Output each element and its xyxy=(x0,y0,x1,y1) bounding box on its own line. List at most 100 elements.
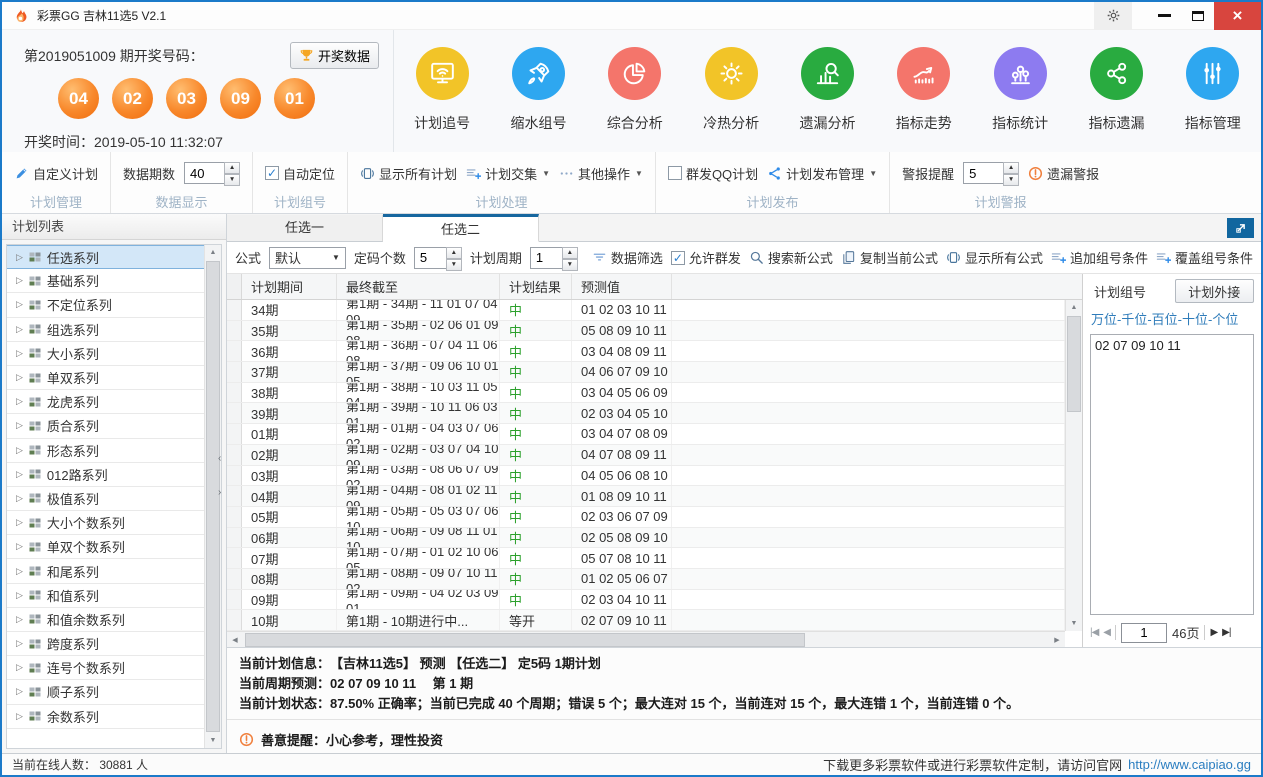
indicator-manage-icon[interactable]: 指标管理 xyxy=(1165,47,1261,133)
sidebar-series-item[interactable]: ▷ 跨度系列 xyxy=(7,632,204,656)
prev-page-icon[interactable]: ◀ xyxy=(1103,627,1110,638)
table-row[interactable]: 03期 第1期 - 03期 - 08 06 07 09 02 中 04 05 0… xyxy=(227,466,1065,487)
sidebar-series-item[interactable]: ▷ 和值系列 xyxy=(7,584,204,608)
sidebar-splitter[interactable]: ‹› xyxy=(218,454,227,498)
expand-arrow-icon[interactable]: ▷ xyxy=(16,662,23,673)
sidebar-series-item[interactable]: ▷ 任选系列 xyxy=(7,245,204,269)
draw-data-button[interactable]: 开奖数据 xyxy=(290,42,379,69)
table-row[interactable]: 05期 第1期 - 05期 - 05 03 07 06 10 中 02 03 0… xyxy=(227,507,1065,528)
sidebar-series-item[interactable]: ▷ 余数系列 xyxy=(7,705,204,729)
indicator-omission-icon[interactable]: 指标遗漏 xyxy=(1068,47,1164,133)
page-number-input[interactable] xyxy=(1121,623,1167,643)
expand-arrow-icon[interactable]: ▷ xyxy=(16,324,23,335)
scroll-down-icon[interactable]: ▼ xyxy=(205,733,221,748)
table-row[interactable]: 09期 第1期 - 09期 - 04 02 03 09 01 中 02 03 0… xyxy=(227,590,1065,611)
auto-position-toggle[interactable]: 自动定位 xyxy=(265,164,335,183)
expand-arrow-icon[interactable]: ▷ xyxy=(16,372,23,383)
settings-button[interactable] xyxy=(1094,2,1132,30)
minimize-button[interactable] xyxy=(1148,2,1181,30)
hot-cold-analysis-icon[interactable]: 冷热分析 xyxy=(683,47,779,133)
scroll-down-icon[interactable]: ▼ xyxy=(1066,616,1082,631)
table-row[interactable]: 06期 第1期 - 06期 - 09 08 11 01 10 中 02 05 0… xyxy=(227,528,1065,549)
publish-manage-dropdown[interactable]: 计划发布管理▼ xyxy=(767,164,877,183)
tab-renxuan-2[interactable]: 任选二 xyxy=(383,214,539,242)
sidebar-series-item[interactable]: ▷ 大小个数系列 xyxy=(7,511,204,535)
allow-broadcast-checkbox[interactable] xyxy=(671,251,685,265)
collapse-left-icon[interactable]: ‹ xyxy=(218,454,227,464)
scrollbar-thumb[interactable] xyxy=(245,633,805,647)
table-row[interactable]: 10期 第1期 - 10期进行中... 等开 02 07 09 10 11 xyxy=(227,610,1065,631)
table-horizontal-scrollbar[interactable]: ◀ ▶ xyxy=(227,631,1065,647)
indicator-trend-icon[interactable]: 指标走势 xyxy=(876,47,972,133)
column-header-period[interactable]: 计划期间 xyxy=(242,274,337,299)
cycle-stepper[interactable]: ▲▼ xyxy=(562,247,578,269)
sidebar-series-item[interactable]: ▷ 极值系列 xyxy=(7,487,204,511)
table-row[interactable]: 34期 第1期 - 34期 - 11 01 07 04 09 中 01 02 0… xyxy=(227,300,1065,321)
alert-remind-input[interactable] xyxy=(963,162,1003,184)
expand-panel-button[interactable] xyxy=(1227,218,1254,238)
sidebar-series-item[interactable]: ▷ 单双个数系列 xyxy=(7,535,204,559)
column-header-result[interactable]: 计划结果 xyxy=(500,274,572,299)
tab-plan-group[interactable]: 计划组号 xyxy=(1090,279,1172,303)
sidebar-series-item[interactable]: ▷ 质合系列 xyxy=(7,414,204,438)
maximize-button[interactable] xyxy=(1181,2,1214,30)
shrink-group-icon[interactable]: 缩水组号 xyxy=(490,47,586,133)
qq-broadcast-checkbox[interactable] xyxy=(668,166,682,180)
table-row[interactable]: 39期 第1期 - 39期 - 10 11 06 03 01 中 02 03 0… xyxy=(227,403,1065,424)
spin-up-icon[interactable]: ▲ xyxy=(1003,162,1019,174)
close-button[interactable]: × xyxy=(1214,2,1261,30)
table-row[interactable]: 07期 第1期 - 07期 - 01 02 10 06 05 中 05 07 0… xyxy=(227,548,1065,569)
expand-arrow-icon[interactable]: ▷ xyxy=(16,566,23,577)
expand-arrow-icon[interactable]: ▷ xyxy=(16,541,23,552)
table-row[interactable]: 36期 第1期 - 36期 - 07 04 11 06 08 中 03 04 0… xyxy=(227,341,1065,362)
table-row[interactable]: 02期 第1期 - 02期 - 03 07 04 10 09 中 04 07 0… xyxy=(227,445,1065,466)
expand-arrow-icon[interactable]: ▷ xyxy=(16,686,23,697)
expand-arrow-icon[interactable]: ▷ xyxy=(16,445,23,456)
table-row[interactable]: 37期 第1期 - 37期 - 09 06 10 01 05 中 04 06 0… xyxy=(227,362,1065,383)
spin-down-icon[interactable]: ▼ xyxy=(224,174,240,186)
position-header[interactable]: 万位-千位-百位-十位-个位 xyxy=(1090,306,1254,334)
sidebar-series-item[interactable]: ▷ 单双系列 xyxy=(7,366,204,390)
expand-arrow-icon[interactable]: ▷ xyxy=(16,638,23,649)
comprehensive-analysis-icon[interactable]: 综合分析 xyxy=(587,47,683,133)
expand-arrow-icon[interactable]: ▷ xyxy=(16,299,23,310)
qq-broadcast-toggle[interactable]: 群发QQ计划 xyxy=(668,164,758,183)
allow-broadcast-toggle[interactable]: 允许群发 xyxy=(671,248,741,267)
auto-position-checkbox[interactable] xyxy=(265,166,279,180)
expand-arrow-icon[interactable]: ▷ xyxy=(16,614,23,625)
append-condition-button[interactable]: 追加组号条件 xyxy=(1051,248,1148,267)
alert-remind-stepper[interactable]: ▲▼ xyxy=(1003,162,1019,184)
digits-input[interactable] xyxy=(414,247,446,269)
plan-chase-icon[interactable]: 计划追号 xyxy=(394,47,490,133)
group-numbers-textarea[interactable]: 02 07 09 10 11 xyxy=(1090,334,1254,615)
cycle-input[interactable] xyxy=(530,247,562,269)
table-row[interactable]: 01期 第1期 - 01期 - 04 03 07 06 02 中 03 04 0… xyxy=(227,424,1065,445)
last-page-icon[interactable]: ▶| xyxy=(1222,627,1230,638)
spin-up-icon[interactable]: ▲ xyxy=(446,247,462,259)
show-all-plans-button[interactable]: 显示所有计划 xyxy=(360,164,457,183)
tab-renxuan-1[interactable]: 任选一 xyxy=(227,215,383,242)
expand-arrow-icon[interactable]: ▷ xyxy=(16,252,23,263)
expand-arrow-icon[interactable]: ▷ xyxy=(16,493,23,504)
spin-down-icon[interactable]: ▼ xyxy=(446,259,462,271)
spin-down-icon[interactable]: ▼ xyxy=(1003,174,1019,186)
column-header-prediction[interactable]: 预测值 xyxy=(572,274,672,299)
sidebar-series-item[interactable]: ▷ 大小系列 xyxy=(7,342,204,366)
sidebar-series-item[interactable]: ▷ 和值余数系列 xyxy=(7,608,204,632)
tab-plan-external[interactable]: 计划外接 xyxy=(1175,279,1255,303)
digits-stepper[interactable]: ▲▼ xyxy=(446,247,462,269)
sidebar-series-item[interactable]: ▷ 基础系列 xyxy=(7,269,204,293)
copy-formula-button[interactable]: 复制当前公式 xyxy=(841,248,938,267)
table-row[interactable]: 04期 第1期 - 04期 - 08 01 02 11 09 中 01 08 0… xyxy=(227,486,1065,507)
table-vertical-scrollbar[interactable]: ▲ ▼ xyxy=(1065,300,1082,631)
scroll-up-icon[interactable]: ▲ xyxy=(205,245,221,260)
show-all-formulas-button[interactable]: 显示所有公式 xyxy=(946,248,1043,267)
scrollbar-thumb[interactable] xyxy=(1067,316,1081,412)
column-header-until[interactable]: 最终截至 xyxy=(337,274,500,299)
sidebar-series-item[interactable]: ▷ 顺子系列 xyxy=(7,680,204,704)
data-filter-button[interactable]: 数据筛选 xyxy=(592,248,663,267)
expand-arrow-icon[interactable]: ▷ xyxy=(16,517,23,528)
sidebar-series-item[interactable]: ▷ 不定位系列 xyxy=(7,293,204,317)
formula-select[interactable]: 默认▼ xyxy=(269,247,346,269)
indicator-stats-icon[interactable]: 指标统计 xyxy=(972,47,1068,133)
